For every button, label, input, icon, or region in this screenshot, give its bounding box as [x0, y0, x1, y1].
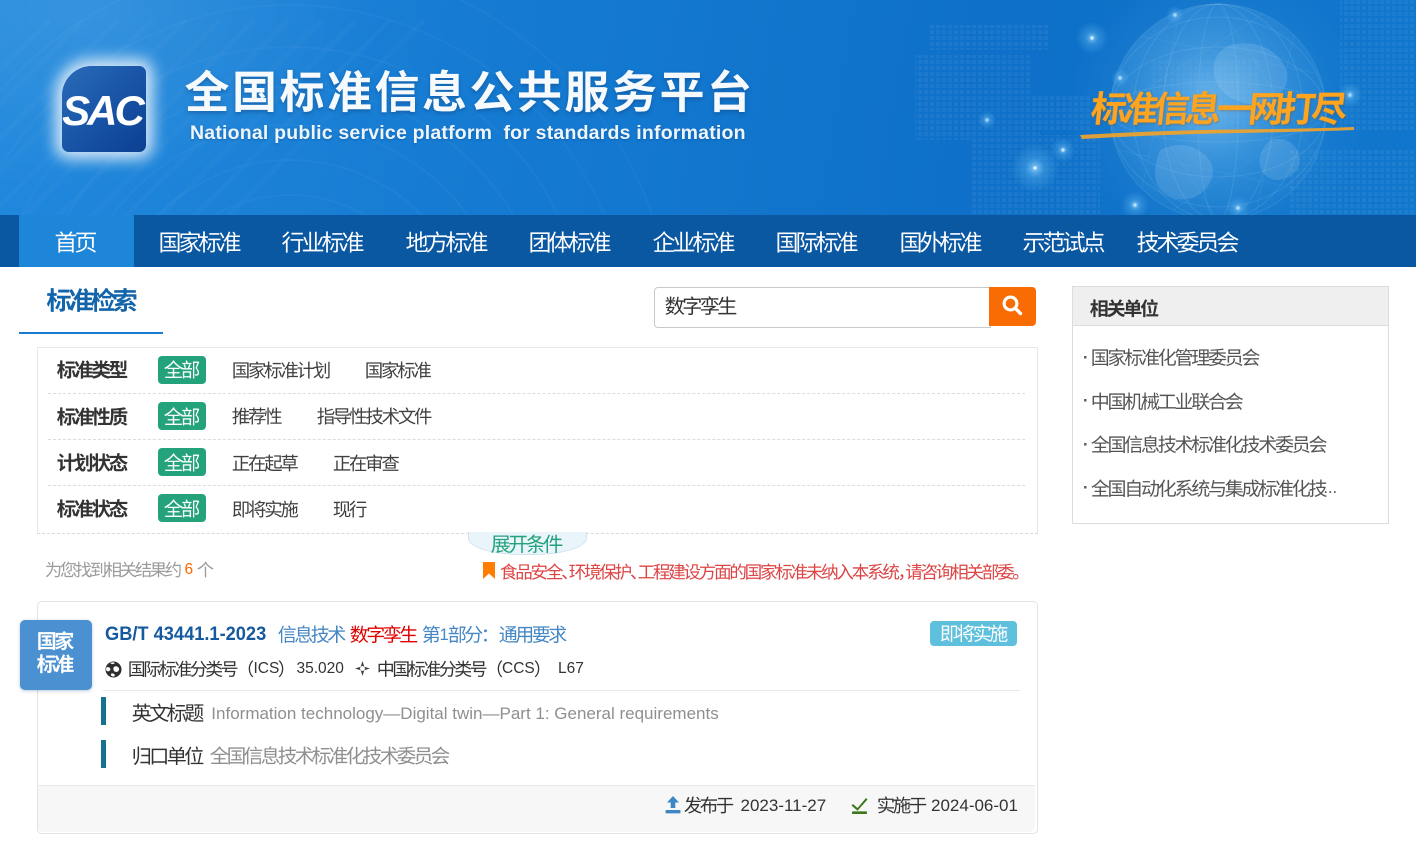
svg-text:SAC: SAC [62, 87, 145, 134]
